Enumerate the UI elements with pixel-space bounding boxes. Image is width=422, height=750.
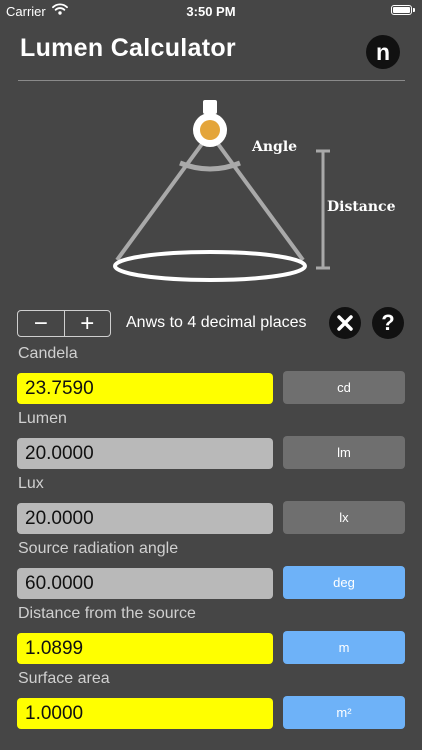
increase-decimals-button[interactable]: + (65, 311, 111, 336)
clear-button[interactable] (329, 307, 361, 339)
decrease-decimals-button[interactable]: − (18, 311, 65, 336)
field-label: Lux (18, 475, 44, 492)
lamp-diagram (113, 100, 330, 282)
unit-button[interactable]: deg (283, 566, 405, 599)
angle-arc (179, 160, 241, 172)
cone-left-line (115, 131, 212, 262)
status-time: 3:50 PM (186, 4, 236, 19)
logo-letter: n (375, 38, 391, 65)
decimal-stepper: − + (17, 310, 111, 337)
decimal-places-text: Anws to 4 decimal places (126, 314, 307, 331)
field-label: Candela (18, 345, 78, 362)
help-icon: ? (381, 310, 395, 335)
field-value-input[interactable]: 1.0899 (17, 633, 273, 664)
light-area-ellipse (113, 250, 307, 282)
unit-button[interactable]: lx (283, 501, 405, 534)
lamp-socket (203, 100, 217, 114)
angle-label: Angle (252, 139, 298, 155)
field-value-input[interactable]: 60.0000 (17, 568, 273, 599)
app-logo-button[interactable]: n (366, 35, 400, 69)
battery-icon (391, 5, 415, 15)
unit-button[interactable]: m² (283, 696, 405, 729)
unit-button[interactable]: cd (283, 371, 405, 404)
unit-button[interactable]: lm (283, 436, 405, 469)
unit-button[interactable]: m (283, 631, 405, 664)
field-value-input[interactable]: 1.0000 (17, 698, 273, 729)
field-value-input[interactable]: 23.7590 (17, 373, 273, 404)
field-value-input[interactable]: 20.0000 (17, 438, 273, 469)
field-label: Lumen (18, 410, 67, 427)
field-label: Surface area (18, 670, 110, 687)
field-value-input[interactable]: 20.0000 (17, 503, 273, 534)
distance-label: Distance (327, 199, 396, 215)
page-title: Lumen Calculator (20, 34, 236, 62)
lamp-bulb-icon (200, 120, 220, 140)
help-button[interactable]: ? (372, 307, 404, 339)
close-icon (337, 315, 353, 331)
header-divider (18, 80, 405, 81)
field-label: Distance from the source (18, 605, 196, 622)
field-label: Source radiation angle (18, 540, 179, 557)
status-bar: Carrier 3:50 PM (0, 0, 422, 22)
